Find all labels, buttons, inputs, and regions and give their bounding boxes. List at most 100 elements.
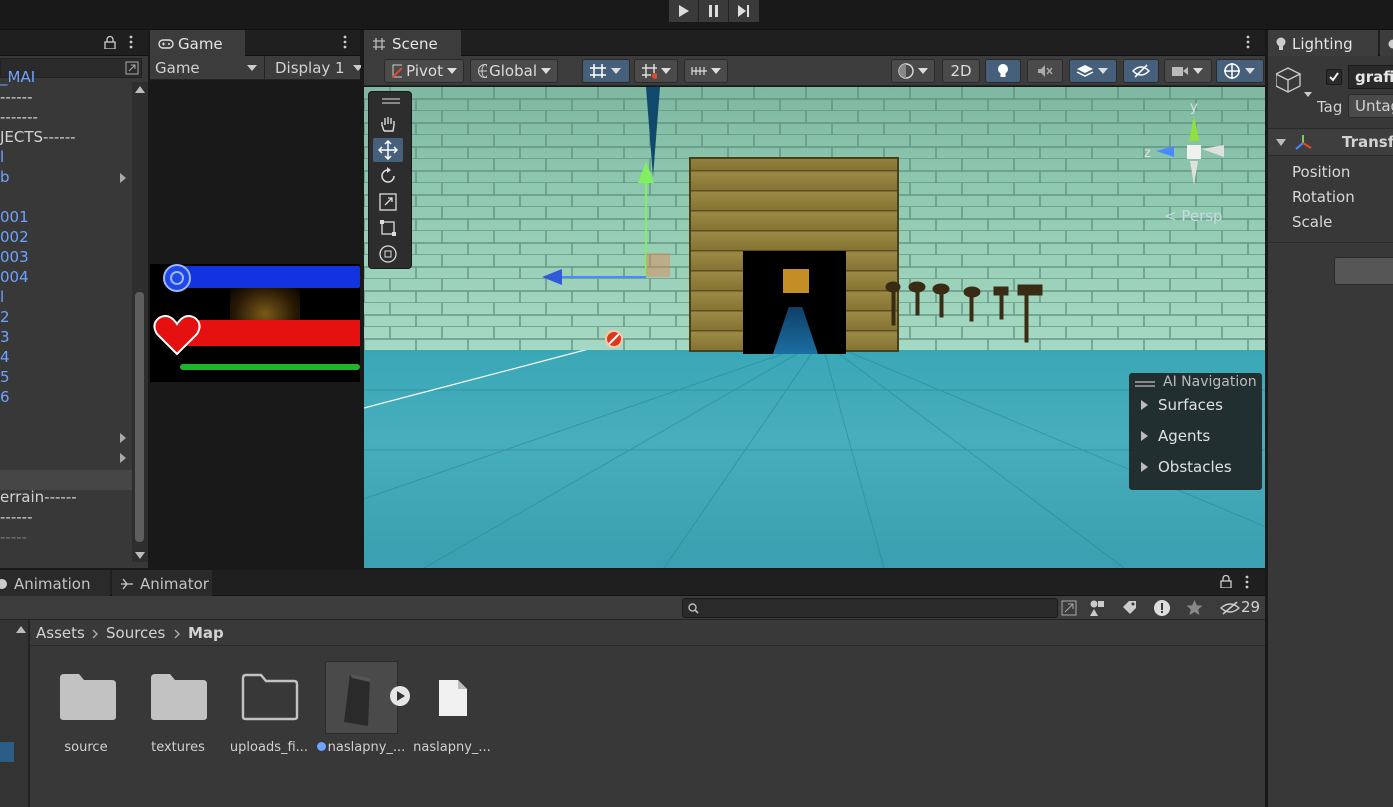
project-toolbar: 29 bbox=[0, 596, 1265, 620]
scroll-up-icon[interactable] bbox=[135, 86, 145, 93]
corridor-floor bbox=[773, 307, 818, 354]
expand-arrow-icon[interactable] bbox=[120, 433, 126, 443]
rect-tool-button[interactable] bbox=[373, 216, 403, 240]
play-preview-icon[interactable] bbox=[389, 685, 411, 707]
hand-tool-button[interactable] bbox=[373, 112, 403, 136]
play-controls bbox=[669, 0, 787, 22]
hidden-objects-toggle[interactable] bbox=[1123, 59, 1159, 83]
object-name-field[interactable]: grafit bbox=[1348, 65, 1393, 89]
pivot-dropdown[interactable]: Pivot bbox=[384, 59, 464, 83]
global-dropdown[interactable]: Global bbox=[470, 59, 558, 83]
expand-arrow-icon[interactable] bbox=[120, 453, 126, 463]
hierarchy-item[interactable]: l bbox=[0, 288, 4, 306]
transform-tool-button[interactable] bbox=[373, 242, 403, 266]
tab-animation[interactable]: Animation bbox=[0, 570, 110, 596]
nav-agents-foldout[interactable]: Agents bbox=[1141, 427, 1210, 445]
scroll-up-icon[interactable] bbox=[16, 626, 26, 633]
shading-mode-dropdown[interactable] bbox=[891, 59, 935, 83]
hierarchy-item[interactable]: l bbox=[0, 148, 4, 166]
rotate-tool-button[interactable] bbox=[373, 164, 403, 188]
ruler-snap-toggle[interactable] bbox=[684, 59, 728, 83]
star-icon[interactable] bbox=[1186, 599, 1203, 616]
eye-hidden-icon[interactable] bbox=[1220, 601, 1240, 615]
hierarchy-item[interactable]: ------- bbox=[0, 108, 38, 126]
display-dropdown[interactable]: Display 1 bbox=[275, 59, 345, 77]
kebab-menu-icon[interactable] bbox=[1245, 35, 1251, 49]
kebab-menu-icon[interactable] bbox=[128, 35, 134, 49]
game-toolbar: Game Display 1 bbox=[150, 56, 361, 80]
hierarchy-item[interactable]: ------ bbox=[0, 88, 32, 106]
warning-filter-icon[interactable] bbox=[1153, 599, 1171, 617]
label-filter-icon[interactable] bbox=[1121, 599, 1137, 615]
nav-obstacles-foldout[interactable]: Obstacles bbox=[1141, 458, 1232, 476]
hierarchy-item[interactable]: b bbox=[0, 168, 10, 186]
hierarchy-item[interactable]: 002 bbox=[0, 228, 29, 246]
step-button[interactable] bbox=[729, 0, 759, 22]
orientation-gizmo[interactable]: y z bbox=[1144, 99, 1244, 199]
drag-handle-icon[interactable] bbox=[382, 98, 400, 100]
hierarchy-item[interactable]: 003 bbox=[0, 248, 29, 266]
kebab-menu-icon[interactable] bbox=[342, 35, 348, 49]
hierarchy-item[interactable]: 6 bbox=[0, 388, 10, 406]
hierarchy-item[interactable]: _MAI bbox=[0, 68, 35, 86]
scrollbar-thumb[interactable] bbox=[135, 292, 144, 542]
play-button[interactable] bbox=[669, 0, 699, 22]
tab-scene[interactable]: Scene bbox=[364, 30, 461, 56]
kebab-menu-icon[interactable] bbox=[1244, 575, 1250, 589]
hierarchy-item[interactable]: 004 bbox=[0, 268, 29, 286]
scene-toolbar: Pivot Global 2D bbox=[364, 56, 1265, 86]
nav-surfaces-foldout[interactable]: Surfaces bbox=[1141, 396, 1223, 414]
hierarchy-item[interactable]: 4 bbox=[0, 348, 10, 366]
gizmos-dropdown[interactable] bbox=[1216, 59, 1264, 83]
effects-dropdown[interactable] bbox=[1069, 59, 1117, 83]
active-checkbox[interactable] bbox=[1326, 69, 1342, 85]
tab-inspector[interactable] bbox=[1380, 30, 1393, 56]
scroll-down-icon[interactable] bbox=[135, 552, 145, 559]
divider bbox=[264, 56, 265, 80]
transform-header[interactable]: Transfo bbox=[1268, 128, 1393, 156]
hierarchy-item[interactable]: 5 bbox=[0, 368, 10, 386]
hierarchy-item[interactable]: ----- bbox=[0, 528, 27, 546]
search-options-icon[interactable] bbox=[125, 61, 139, 75]
persp-label[interactable]: < Persp bbox=[1164, 207, 1223, 225]
add-component-button[interactable] bbox=[1334, 257, 1393, 285]
move-tool-button[interactable] bbox=[373, 138, 403, 162]
hierarchy-item[interactable]: JECTS------ bbox=[0, 128, 76, 146]
breadcrumb-sources[interactable]: Sources bbox=[106, 624, 165, 642]
hierarchy-item[interactable]: 2 bbox=[0, 308, 10, 326]
breadcrumb-assets[interactable]: Assets bbox=[36, 624, 85, 642]
expand-arrow-icon[interactable] bbox=[120, 173, 126, 183]
search-options-icon[interactable] bbox=[1061, 600, 1077, 616]
chevron-right-icon bbox=[92, 629, 98, 639]
tag-dropdown[interactable]: Untag bbox=[1348, 94, 1393, 118]
splitter[interactable] bbox=[28, 620, 30, 807]
grid-snapping-toggle[interactable] bbox=[582, 59, 630, 83]
tree-selected-item[interactable] bbox=[0, 742, 14, 762]
tab-game[interactable]: Game bbox=[150, 30, 245, 56]
hierarchy-scrollbar[interactable] bbox=[132, 82, 148, 562]
scale-tool-button[interactable] bbox=[373, 190, 403, 214]
incremental-snap-toggle[interactable] bbox=[634, 59, 678, 83]
scene-viewport[interactable]: y z < Persp AI Navigation Surfaces Agent… bbox=[364, 87, 1265, 568]
hierarchy-item[interactable]: 001 bbox=[0, 208, 29, 226]
step-icon bbox=[738, 5, 749, 17]
move-gizmo[interactable] bbox=[534, 87, 684, 357]
lock-icon[interactable] bbox=[104, 36, 116, 49]
pause-button[interactable] bbox=[699, 0, 729, 22]
game-view-dropdown[interactable]: Game bbox=[155, 59, 200, 77]
lighting-toggle[interactable] bbox=[985, 59, 1021, 83]
audio-toggle[interactable] bbox=[1027, 59, 1063, 83]
toggle-2d-button[interactable]: 2D bbox=[942, 59, 980, 83]
lock-icon[interactable] bbox=[1220, 575, 1232, 588]
hierarchy-item[interactable]: ------ bbox=[0, 508, 32, 526]
project-search-input[interactable] bbox=[682, 598, 1058, 618]
tab-animator[interactable]: Animator bbox=[112, 570, 212, 596]
drag-handle-icon[interactable] bbox=[1135, 381, 1155, 383]
hierarchy-item[interactable]: errain------ bbox=[0, 488, 77, 506]
type-filter-icon[interactable] bbox=[1089, 599, 1105, 617]
splitter[interactable] bbox=[1265, 30, 1268, 807]
hierarchy-item[interactable]: 3 bbox=[0, 328, 10, 346]
camera-settings-dropdown[interactable] bbox=[1164, 59, 1212, 83]
breadcrumb-map[interactable]: Map bbox=[188, 624, 224, 642]
tab-lighting[interactable]: Lighting bbox=[1268, 30, 1378, 56]
